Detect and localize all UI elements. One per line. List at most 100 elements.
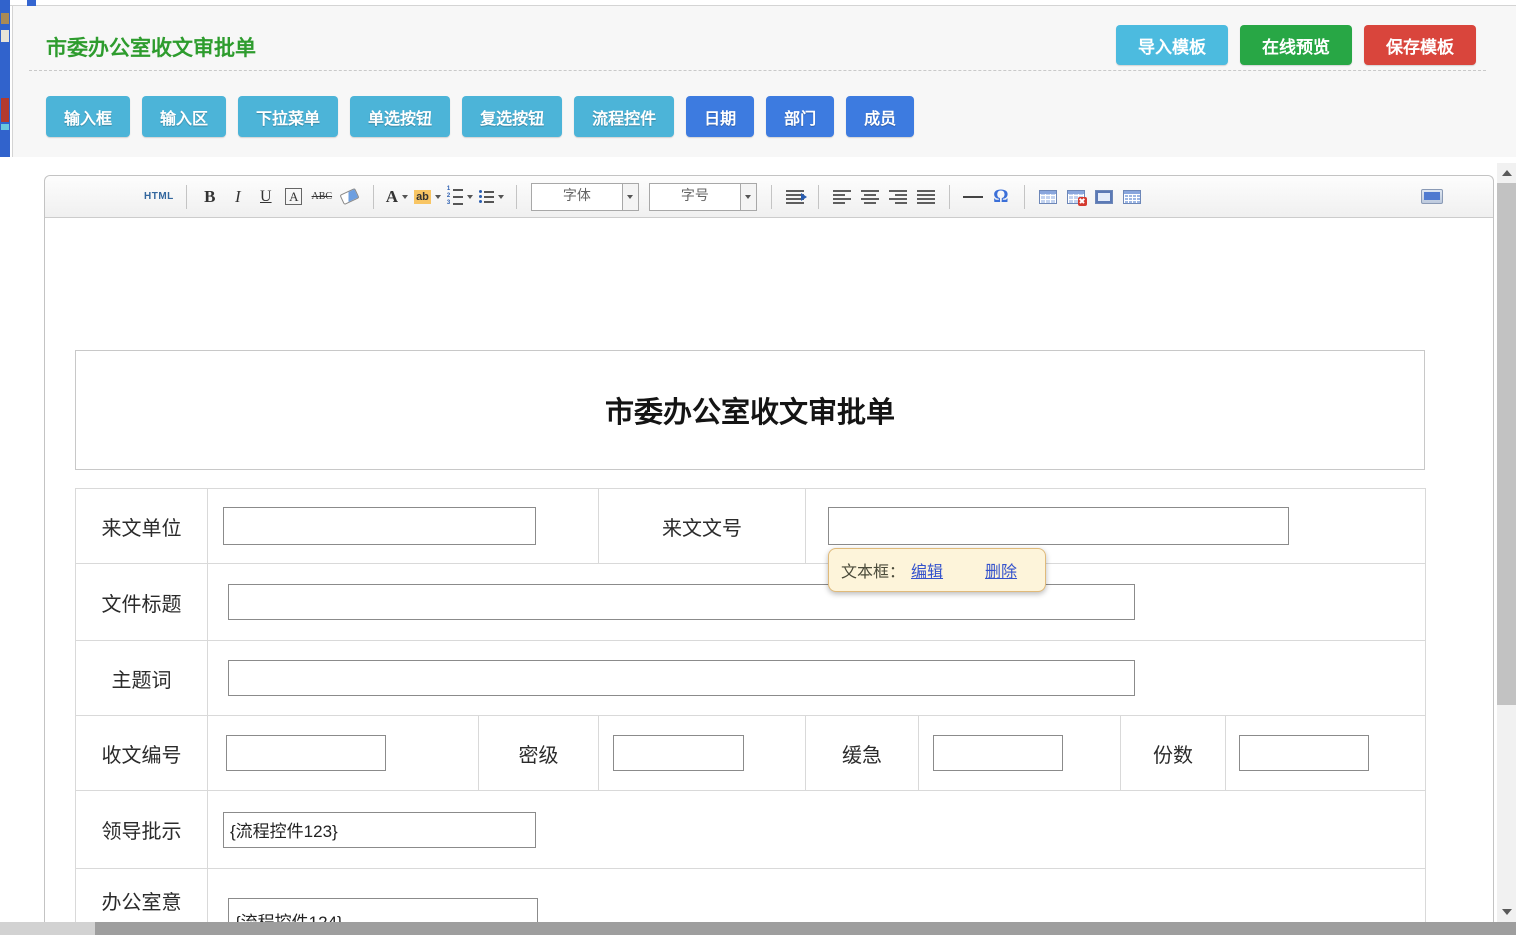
tooltip-type-label: 文本框： [841, 558, 905, 582]
field-label-subject-words: 主题词 [76, 641, 208, 716]
font-size-select[interactable]: 字号 [649, 183, 757, 211]
table-row: 主题词 [76, 641, 1426, 716]
toolbar-separator [771, 185, 772, 209]
eraser-icon [340, 188, 360, 205]
table-row: 办公室意 [76, 869, 1426, 923]
scroll-up-button[interactable] [1497, 163, 1516, 183]
doc-number-input[interactable] [828, 507, 1289, 545]
scrollbar-thumb[interactable] [1497, 183, 1516, 705]
scroll-down-button[interactable] [1497, 902, 1516, 922]
leader-comment-input[interactable] [223, 812, 536, 848]
add-textarea-button[interactable]: 输入区 [142, 96, 226, 137]
delete-table-button[interactable] [1065, 184, 1087, 210]
sidebar-fragment [1, 13, 9, 24]
add-flow-control-button[interactable]: 流程控件 [574, 96, 674, 137]
form-title: 市委办公室收文审批单 [605, 389, 895, 431]
chevron-down-icon [435, 195, 441, 199]
header-actions: 导入模板 在线预览 保存模板 [1116, 25, 1476, 65]
add-department-button[interactable]: 部门 [766, 96, 834, 137]
import-template-button[interactable]: 导入模板 [1116, 25, 1228, 65]
align-center-button[interactable] [859, 184, 881, 210]
font-family-select[interactable]: 字体 [531, 183, 639, 211]
cell-properties-button[interactable] [1121, 184, 1143, 210]
leader-comment-cell [208, 791, 1426, 869]
chevron-down-icon [402, 195, 408, 199]
field-label-leader-comment: 领导批示 [76, 791, 208, 869]
indent-button[interactable] [784, 184, 806, 210]
font-family-dropdown-button[interactable] [622, 184, 638, 210]
source-unit-input[interactable] [223, 507, 536, 545]
bullet-list-button[interactable] [479, 184, 504, 210]
chevron-down-icon [498, 195, 504, 199]
app-screen: 市委办公室收文审批单 导入模板 在线预览 保存模板 输入框 输入区 下拉菜单 单… [0, 0, 1516, 935]
align-justify-button[interactable] [915, 184, 937, 210]
online-preview-button[interactable]: 在线预览 [1240, 25, 1352, 65]
align-left-button[interactable] [831, 184, 853, 210]
field-label-source-unit: 来文单位 [76, 489, 208, 564]
align-center-icon [861, 190, 879, 204]
office-opinion-input[interactable] [228, 898, 538, 922]
table-properties-icon [1095, 190, 1113, 204]
insert-table-button[interactable] [1037, 184, 1059, 210]
strikethrough-button[interactable]: ABC [311, 184, 333, 210]
save-template-button[interactable]: 保存模板 [1364, 25, 1476, 65]
align-justify-icon [917, 190, 935, 204]
component-button-row: 输入框 输入区 下拉菜单 单选按钮 复选按钮 流程控件 日期 部门 成员 [46, 96, 914, 137]
highlight-color-button[interactable]: ab [414, 184, 441, 210]
toolbar-separator [516, 185, 517, 209]
toolbar-separator [186, 185, 187, 209]
secrecy-level-input[interactable] [613, 735, 744, 771]
source-unit-cell [208, 489, 599, 564]
chevron-down-icon [627, 195, 633, 199]
add-member-button[interactable]: 成员 [846, 96, 914, 137]
copies-input[interactable] [1239, 735, 1369, 771]
add-input-box-button[interactable]: 输入框 [46, 96, 130, 137]
bullet-list-icon [479, 190, 494, 203]
sidebar-fragment [1, 98, 9, 122]
field-label-urgency: 缓急 [806, 716, 919, 791]
edit-field-link[interactable]: 编辑 [911, 558, 943, 582]
urgency-input[interactable] [933, 735, 1063, 771]
sidebar-fragment [1, 124, 9, 130]
office-opinion-cell [208, 869, 1426, 923]
align-right-button[interactable] [887, 184, 909, 210]
approval-form-table: 来文单位 来文文号 文件标题 主题词 [75, 488, 1426, 922]
italic-button[interactable]: I [227, 184, 249, 210]
editor-toolbar: HTML B I U A ABC A ab 1 2 3 [45, 176, 1493, 218]
maximize-button[interactable] [1421, 184, 1443, 210]
special-char-button[interactable]: Ω [990, 184, 1012, 210]
receipt-number-input[interactable] [226, 735, 386, 771]
html-source-button[interactable]: HTML [144, 184, 174, 210]
monitor-icon [1421, 189, 1443, 204]
bold-button[interactable]: B [199, 184, 221, 210]
remove-format-button[interactable] [339, 184, 361, 210]
add-checkbox-button[interactable]: 复选按钮 [462, 96, 562, 137]
add-radio-button[interactable]: 单选按钮 [350, 96, 450, 137]
horizontal-rule-icon [963, 196, 983, 198]
toolbar-separator [373, 185, 374, 209]
delete-field-link[interactable]: 删除 [985, 558, 1017, 582]
style-frame-button[interactable]: A [283, 184, 305, 210]
horizontal-rule-button[interactable] [962, 184, 984, 210]
add-dropdown-button[interactable]: 下拉菜单 [238, 96, 338, 137]
add-date-button[interactable]: 日期 [686, 96, 754, 137]
toolbar-separator [949, 185, 950, 209]
subject-words-input[interactable] [228, 660, 1135, 696]
ordered-list-button[interactable]: 1 2 3 [447, 184, 473, 210]
editor-scrollbar[interactable] [1497, 163, 1516, 922]
receipt-number-cell [208, 716, 479, 791]
field-label-secrecy-level: 密级 [479, 716, 599, 791]
font-size-dropdown-button[interactable] [740, 184, 756, 210]
field-tooltip: 文本框： 编辑 删除 [828, 548, 1046, 592]
table-properties-button[interactable] [1093, 184, 1115, 210]
window-bottom-edge-light [0, 922, 95, 935]
field-label-doc-title: 文件标题 [76, 564, 208, 641]
font-color-button[interactable]: A [386, 184, 408, 210]
chevron-down-icon [467, 195, 473, 199]
subject-words-cell [208, 641, 1426, 716]
field-label-office-opinion: 办公室意 [76, 869, 208, 923]
table-row: 文件标题 [76, 564, 1426, 641]
table-delete-icon [1067, 190, 1085, 204]
sidebar-edge [0, 0, 10, 157]
underline-button[interactable]: U [255, 184, 277, 210]
